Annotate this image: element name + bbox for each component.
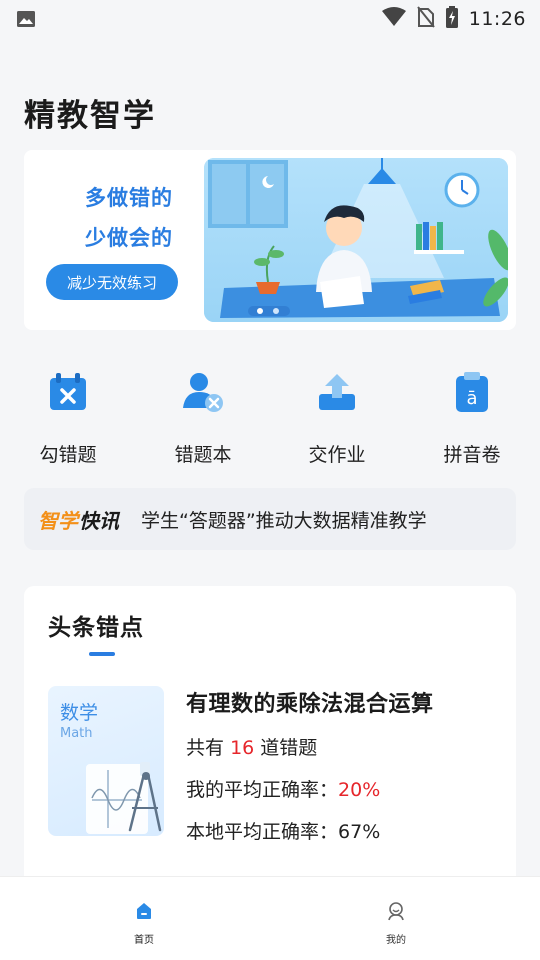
news-brand-logo: 智学 快讯 bbox=[38, 505, 119, 534]
status-bar: 11:26 bbox=[0, 0, 540, 38]
tab-profile[interactable]: 我的 bbox=[366, 901, 426, 946]
error-count: 16 bbox=[230, 737, 255, 759]
subject-thumbnail[interactable]: 数学 Math bbox=[48, 686, 164, 836]
feature-submit-homework[interactable]: 交作业 bbox=[282, 360, 392, 467]
local-rate-line: 本地平均正确率：67% bbox=[186, 817, 434, 844]
local-rate-value: 67% bbox=[338, 821, 381, 843]
news-ticker[interactable]: 智学 快讯 学生“答题器”推动大数据精准教学 bbox=[24, 488, 516, 550]
thumbnail-subject-en: Math bbox=[60, 726, 93, 741]
banner-button[interactable]: 减少无效练习 bbox=[46, 264, 178, 300]
error-point-info[interactable]: 有理数的乘除法混合运算 共有 16 道错题 我的平均正确率：20% 本地平均正确… bbox=[186, 686, 434, 844]
tab-home[interactable]: 首页 bbox=[114, 901, 174, 946]
feature-label: 交作业 bbox=[308, 444, 366, 466]
bottom-tab-bar: 首页 我的 bbox=[0, 876, 540, 960]
count-suffix: 道错题 bbox=[260, 737, 318, 759]
banner-line-2: 少做会的 bbox=[85, 226, 173, 250]
svg-text:ā: ā bbox=[466, 388, 477, 409]
news-headline[interactable]: 学生“答题器”推动大数据精准教学 bbox=[141, 506, 427, 533]
status-time: 11:26 bbox=[468, 8, 526, 30]
top-errors-card: 头条错点 数学 Math 有理数的乘除法混合运算 共有 16 道错题 我的平均正… bbox=[24, 586, 516, 886]
gallery-notification-icon bbox=[14, 7, 38, 31]
math-drawing-icon bbox=[86, 762, 162, 834]
error-topic: 有理数的乘除法混合运算 bbox=[186, 692, 434, 717]
feature-mark-errors[interactable]: 勾错题 bbox=[13, 360, 123, 467]
battery-charging-icon bbox=[445, 5, 459, 33]
feature-grid: 勾错题 错题本 交作业 ā 拼音卷 bbox=[0, 360, 540, 470]
profile-icon bbox=[388, 902, 404, 921]
news-brand-part-1: 智学 bbox=[38, 508, 78, 533]
news-brand-part-2: 快讯 bbox=[79, 508, 119, 533]
feature-pinyin-paper[interactable]: ā 拼音卷 bbox=[417, 360, 527, 467]
user-x-icon bbox=[183, 373, 223, 412]
my-rate-label: 我的平均正确率： bbox=[186, 779, 339, 801]
feature-label: 勾错题 bbox=[39, 444, 97, 466]
my-rate-value: 20% bbox=[338, 779, 381, 801]
section-title-underline bbox=[89, 652, 115, 656]
my-rate-line: 我的平均正确率：20% bbox=[186, 775, 434, 802]
banner-slogan: 多做错的 少做会的 bbox=[64, 178, 194, 258]
promo-banner[interactable]: 多做错的 少做会的 减少无效练习 bbox=[24, 150, 516, 330]
count-prefix: 共有 bbox=[186, 737, 225, 759]
upload-tray-icon bbox=[319, 374, 355, 410]
feature-label: 拼音卷 bbox=[443, 444, 501, 466]
tab-label: 我的 bbox=[386, 935, 406, 946]
banner-line-1: 多做错的 bbox=[85, 186, 173, 210]
feature-error-book[interactable]: 错题本 bbox=[148, 360, 258, 467]
app-title: 精教智学 bbox=[24, 98, 156, 134]
home-icon bbox=[137, 903, 151, 919]
no-sim-icon bbox=[416, 5, 435, 33]
pinyin-clipboard-icon: ā bbox=[456, 372, 488, 412]
wifi-icon bbox=[381, 6, 407, 32]
feature-label: 错题本 bbox=[174, 444, 232, 466]
section-title: 头条错点 bbox=[48, 615, 144, 641]
calendar-x-icon bbox=[50, 373, 86, 410]
local-rate-label: 本地平均正确率： bbox=[186, 821, 339, 843]
thumbnail-subject: 数学 bbox=[60, 702, 99, 724]
tab-label: 首页 bbox=[134, 935, 154, 946]
error-count-line: 共有 16 道错题 bbox=[186, 733, 434, 760]
student-studying-illustration bbox=[204, 158, 508, 322]
